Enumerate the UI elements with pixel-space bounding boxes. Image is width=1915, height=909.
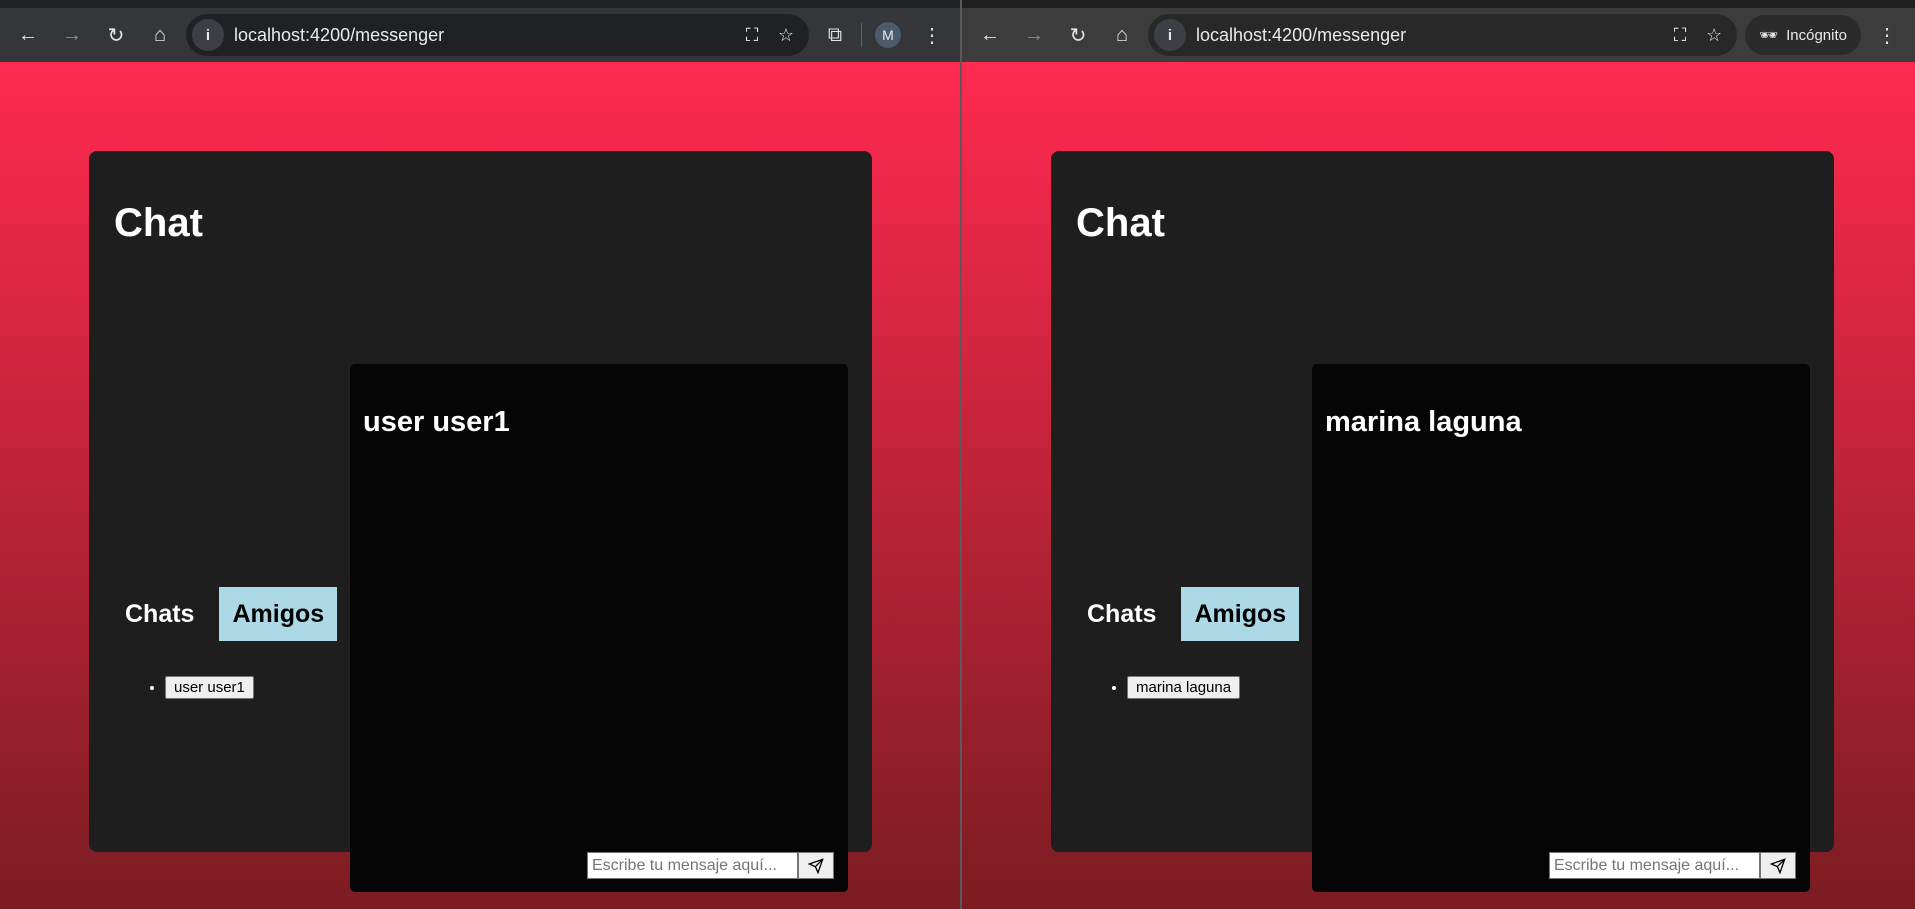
- message-composer: Escribe tu mensaje aquí...: [587, 852, 834, 879]
- translate-icon[interactable]: ⛶: [1663, 25, 1697, 46]
- send-button[interactable]: [798, 852, 834, 879]
- chat-title: marina laguna: [1325, 406, 1522, 438]
- friends-list: marina laguna: [1109, 676, 1241, 699]
- incognito-icon: 🕶: [1759, 27, 1779, 44]
- translate-icon[interactable]: ⛶: [735, 25, 769, 46]
- chat-title: user user1: [363, 406, 510, 438]
- back-icon[interactable]: ←: [10, 17, 46, 53]
- incognito-label: Incógnito: [1786, 26, 1847, 44]
- chat-card: Chat Chats Amigos user user1 user user1 …: [89, 151, 872, 892]
- window-divider: [960, 0, 962, 909]
- reload-icon[interactable]: ↻: [1060, 17, 1096, 53]
- tab-amigos[interactable]: Amigos: [1181, 587, 1300, 641]
- friend-button[interactable]: user user1: [165, 676, 254, 699]
- forward-icon[interactable]: →: [54, 17, 90, 53]
- extensions-icon[interactable]: ⧉: [817, 17, 853, 53]
- browser-toolbar: ← → ↻ ⌂ i localhost:4200/messenger ⛶ ☆ ⧉…: [0, 8, 960, 62]
- browser-window-right: ← → ↻ ⌂ i localhost:4200/messenger ⛶ ☆ 🕶…: [962, 0, 1915, 909]
- url-text[interactable]: localhost:4200/messenger: [234, 25, 735, 46]
- address-bar[interactable]: i localhost:4200/messenger ⛶ ☆: [186, 14, 809, 56]
- chat-card: Chat Chats Amigos marina laguna marina l…: [1051, 151, 1834, 892]
- tab-amigos[interactable]: Amigos: [219, 587, 338, 641]
- tab-strip: [962, 0, 1915, 8]
- page-title: Chat: [114, 201, 203, 245]
- send-icon: [808, 857, 824, 874]
- message-field[interactable]: Escribe tu mensaje aquí...: [587, 852, 798, 879]
- toolbar-separator: [861, 23, 862, 47]
- message-composer: Escribe tu mensaje aquí...: [1549, 852, 1796, 879]
- page-title: Chat: [1076, 201, 1165, 245]
- site-info-icon[interactable]: i: [192, 19, 224, 51]
- bookmark-star-icon[interactable]: ☆: [1697, 25, 1731, 46]
- avatar: M: [875, 22, 901, 48]
- url-text[interactable]: localhost:4200/messenger: [1196, 25, 1663, 46]
- chat-panel: marina laguna Escribe tu mensaje aquí...: [1312, 364, 1810, 892]
- friends-list: user user1: [147, 676, 254, 699]
- bookmark-star-icon[interactable]: ☆: [769, 25, 803, 46]
- friend-button[interactable]: marina laguna: [1127, 676, 1241, 699]
- browser-window-left: ← → ↻ ⌂ i localhost:4200/messenger ⛶ ☆ ⧉…: [0, 0, 960, 909]
- send-icon: [1770, 857, 1786, 874]
- menu-kebab-icon[interactable]: ⋮: [914, 17, 950, 53]
- message-input[interactable]: [1550, 853, 1759, 878]
- home-icon[interactable]: ⌂: [142, 17, 178, 53]
- list-item: user user1: [165, 676, 254, 699]
- profile-button[interactable]: M: [870, 17, 906, 53]
- site-info-icon[interactable]: i: [1154, 19, 1186, 51]
- home-icon[interactable]: ⌂: [1104, 17, 1140, 53]
- browser-toolbar: ← → ↻ ⌂ i localhost:4200/messenger ⛶ ☆ 🕶…: [962, 8, 1915, 62]
- incognito-badge[interactable]: 🕶 Incógnito: [1745, 15, 1861, 55]
- forward-icon[interactable]: →: [1016, 17, 1052, 53]
- tab-chats[interactable]: Chats: [1074, 587, 1169, 641]
- sidebar-tabs: Chats Amigos: [112, 587, 338, 641]
- message-input[interactable]: [588, 853, 797, 878]
- menu-kebab-icon[interactable]: ⋮: [1869, 17, 1905, 53]
- list-item: marina laguna: [1127, 676, 1241, 699]
- tab-chats[interactable]: Chats: [112, 587, 207, 641]
- reload-icon[interactable]: ↻: [98, 17, 134, 53]
- page-background: Chat Chats Amigos user user1 user user1 …: [0, 62, 960, 909]
- tab-strip: [0, 0, 960, 8]
- message-field[interactable]: Escribe tu mensaje aquí...: [1549, 852, 1760, 879]
- page-background: Chat Chats Amigos marina laguna marina l…: [962, 62, 1915, 909]
- address-bar[interactable]: i localhost:4200/messenger ⛶ ☆: [1148, 14, 1738, 56]
- send-button[interactable]: [1760, 852, 1796, 879]
- chat-panel: user user1 Escribe tu mensaje aquí...: [350, 364, 848, 892]
- sidebar-tabs: Chats Amigos: [1074, 587, 1300, 641]
- back-icon[interactable]: ←: [972, 17, 1008, 53]
